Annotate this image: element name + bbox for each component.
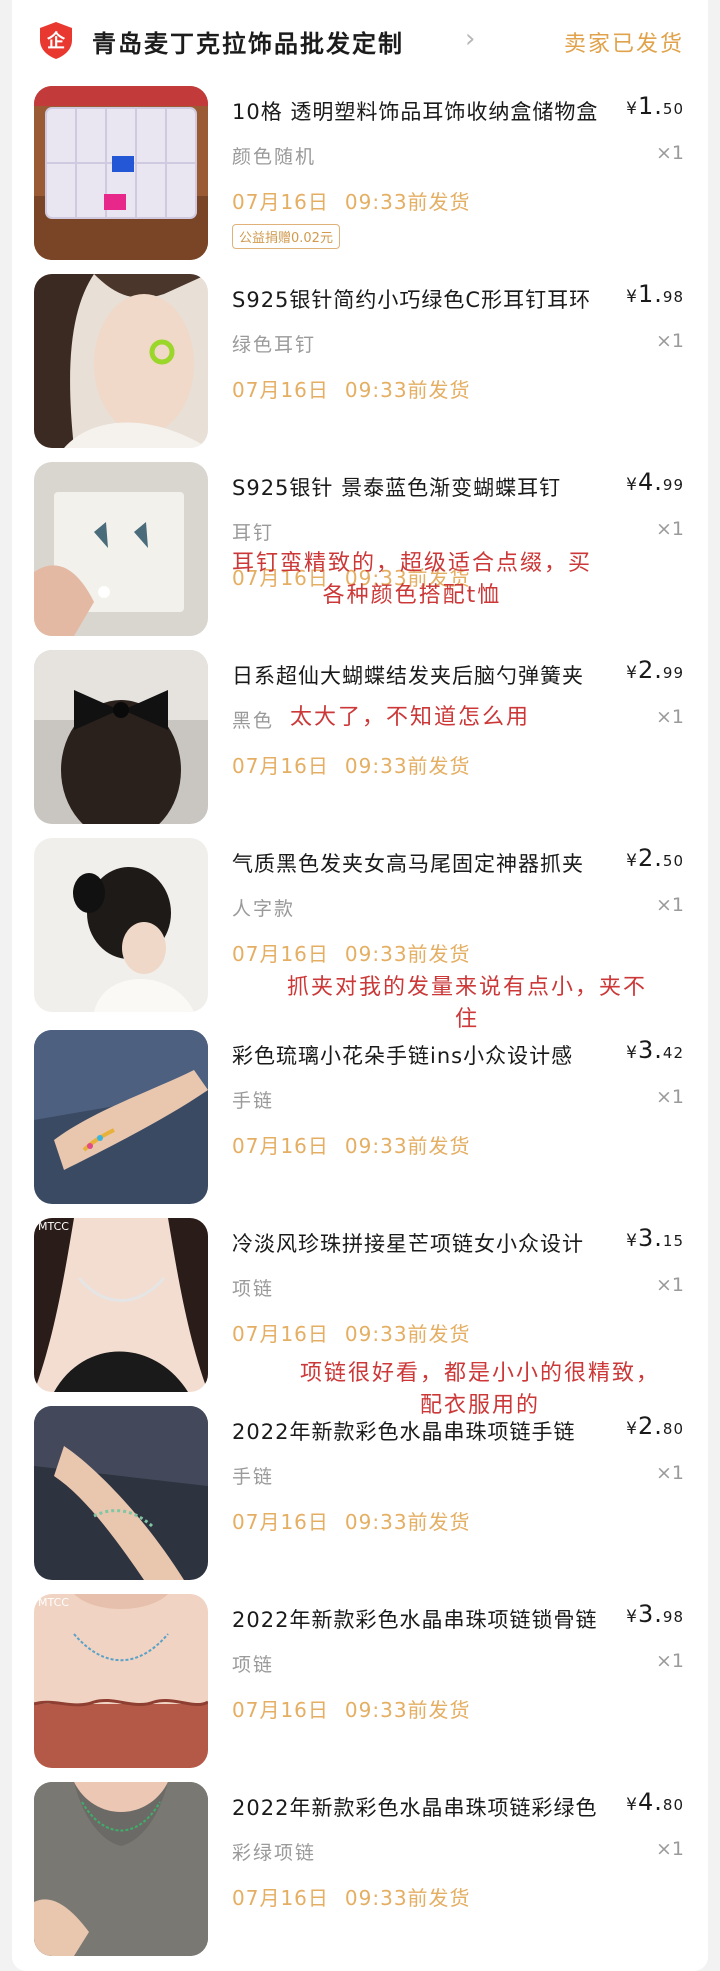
ship-deadline: 07月16日 09:33前发货 [232, 1134, 471, 1158]
image-watermark: MTCC [38, 1220, 69, 1233]
product-quantity: ×1 [655, 706, 684, 728]
product-variant: 绿色耳钉 [232, 334, 317, 356]
product-image[interactable]: MTCC [34, 1594, 208, 1768]
ship-deadline: 07月16日 09:33前发货 [232, 378, 471, 402]
product-quantity: ×1 [655, 1462, 684, 1484]
product-price: ¥3.15 [626, 1224, 684, 1252]
product-quantity: ×1 [655, 1838, 684, 1860]
product-quantity: ×1 [655, 330, 684, 352]
product-variant: 彩绿项链 [232, 1842, 317, 1864]
ship-deadline: 07月16日 09:33前发货 [232, 1322, 471, 1346]
product-variant: 耳钉 [232, 522, 275, 544]
product-title[interactable]: 2022年新款彩色水晶串珠项链手链 [232, 1416, 612, 1446]
product-price: ¥1.98 [626, 280, 684, 308]
review-note: 抓夹对我的发量来说有点小，夹不 住 [286, 975, 647, 1032]
shop-shield-icon: 企 [40, 22, 72, 59]
product-title[interactable]: 彩色琉璃小花朵手链ins小众设计感 [232, 1040, 612, 1070]
ship-deadline: 07月16日 09:33前发货 [232, 754, 471, 778]
product-price: ¥4.99 [626, 468, 684, 496]
product-title[interactable]: 日系超仙大蝴蝶结发夹后脑勺弹簧夹 [232, 660, 612, 690]
product-price: ¥2.80 [626, 1412, 684, 1440]
order-item[interactable]: MTCC 2022年新款彩色水晶串珠项链锁骨链 ¥3.98 项链 ×1 07月1… [12, 1594, 708, 1782]
ship-deadline: 07月16日 09:33前发货 [232, 190, 471, 214]
product-title[interactable]: 2022年新款彩色水晶串珠项链彩绿色 [232, 1792, 612, 1822]
product-price: ¥2.50 [626, 844, 684, 872]
order-card: 企 青岛麦丁克拉饰品批发定制 › 卖家已发货 10格 透明塑料饰品耳饰收纳盒储物 [12, 0, 708, 1971]
product-variant: 手链 [232, 1466, 275, 1488]
product-price: ¥2.99 [626, 656, 684, 684]
product-quantity: ×1 [655, 894, 684, 916]
product-quantity: ×1 [655, 518, 684, 540]
review-note: 耳钉蛮精致的，超级适合点缀，买 各种颜色搭配t恤 [231, 551, 592, 608]
product-image[interactable]: MTCC [34, 1218, 208, 1392]
product-price: ¥3.98 [626, 1600, 684, 1628]
order-item[interactable]: 日系超仙大蝴蝶结发夹后脑勺弹簧夹 ¥2.99 黑色 ×1 07月16日 09:33… [12, 650, 708, 838]
product-image[interactable] [34, 838, 208, 1012]
product-title[interactable]: 10格 透明塑料饰品耳饰收纳盒储物盒 [232, 96, 612, 126]
svg-text:企: 企 [46, 30, 66, 52]
ship-deadline: 07月16日 09:33前发货 [232, 1698, 471, 1722]
product-image[interactable] [34, 86, 208, 260]
ship-deadline: 07月16日 09:33前发货 [232, 1886, 471, 1910]
product-image[interactable] [34, 650, 208, 824]
ship-deadline: 07月16日 09:33前发货 [232, 1510, 471, 1534]
order-item[interactable]: S925银针简约小巧绿色C形耳钉耳环 ¥1.98 绿色耳钉 ×1 07月16日 0… [12, 274, 708, 462]
product-image[interactable] [34, 1782, 208, 1956]
product-title[interactable]: S925银针 景泰蓝色渐变蝴蝶耳钉 [232, 472, 612, 502]
product-variant: 项链 [232, 1654, 275, 1676]
review-note: 太大了，不知道怎么用 [290, 705, 531, 730]
order-item[interactable]: 2022年新款彩色水晶串珠项链手链 ¥2.80 手链 ×1 07月16日 09:3… [12, 1406, 708, 1594]
product-title[interactable]: 冷淡风珍珠拼接星芒项链女小众设计 [232, 1228, 612, 1258]
shop-name[interactable]: 青岛麦丁克拉饰品批发定制 [92, 24, 404, 59]
product-variant: 颜色随机 [232, 146, 317, 168]
product-quantity: ×1 [655, 1086, 684, 1108]
charity-badge: 公益捐赠0.02元 [232, 224, 340, 249]
order-item[interactable]: 10格 透明塑料饰品耳饰收纳盒储物盒 ¥1.50 颜色随机 ×1 07月16日 0… [12, 86, 708, 274]
product-title[interactable]: S925银针简约小巧绿色C形耳钉耳环 [232, 284, 612, 314]
image-watermark: MTCC [38, 1596, 69, 1609]
product-variant: 黑色 [232, 710, 275, 732]
product-title[interactable]: 气质黑色发夹女高马尾固定神器抓夹 [232, 848, 612, 878]
product-price: ¥4.80 [626, 1788, 684, 1816]
product-quantity: ×1 [655, 1274, 684, 1296]
product-title[interactable]: 2022年新款彩色水晶串珠项链锁骨链 [232, 1604, 612, 1634]
shop-header[interactable]: 企 青岛麦丁克拉饰品批发定制 › 卖家已发货 [12, 0, 708, 84]
chevron-right-icon[interactable]: › [465, 24, 475, 54]
product-image[interactable] [34, 1030, 208, 1204]
product-variant: 手链 [232, 1090, 275, 1112]
order-item[interactable]: 2022年新款彩色水晶串珠项链彩绿色 ¥4.80 彩绿项链 ×1 07月16日 0… [12, 1782, 708, 1970]
product-quantity: ×1 [655, 142, 684, 164]
product-variant: 人字款 [232, 898, 296, 920]
product-variant: 项链 [232, 1278, 275, 1300]
order-status: 卖家已发货 [563, 32, 684, 57]
product-image[interactable] [34, 274, 208, 448]
product-image[interactable] [34, 1406, 208, 1580]
product-quantity: ×1 [655, 1650, 684, 1672]
order-item[interactable]: 彩色琉璃小花朵手链ins小众设计感 ¥3.42 手链 ×1 07月16日 09:3… [12, 1030, 708, 1218]
product-price: ¥1.50 [626, 92, 684, 120]
ship-deadline: 07月16日 09:33前发货 [232, 942, 471, 966]
product-price: ¥3.42 [626, 1036, 684, 1064]
